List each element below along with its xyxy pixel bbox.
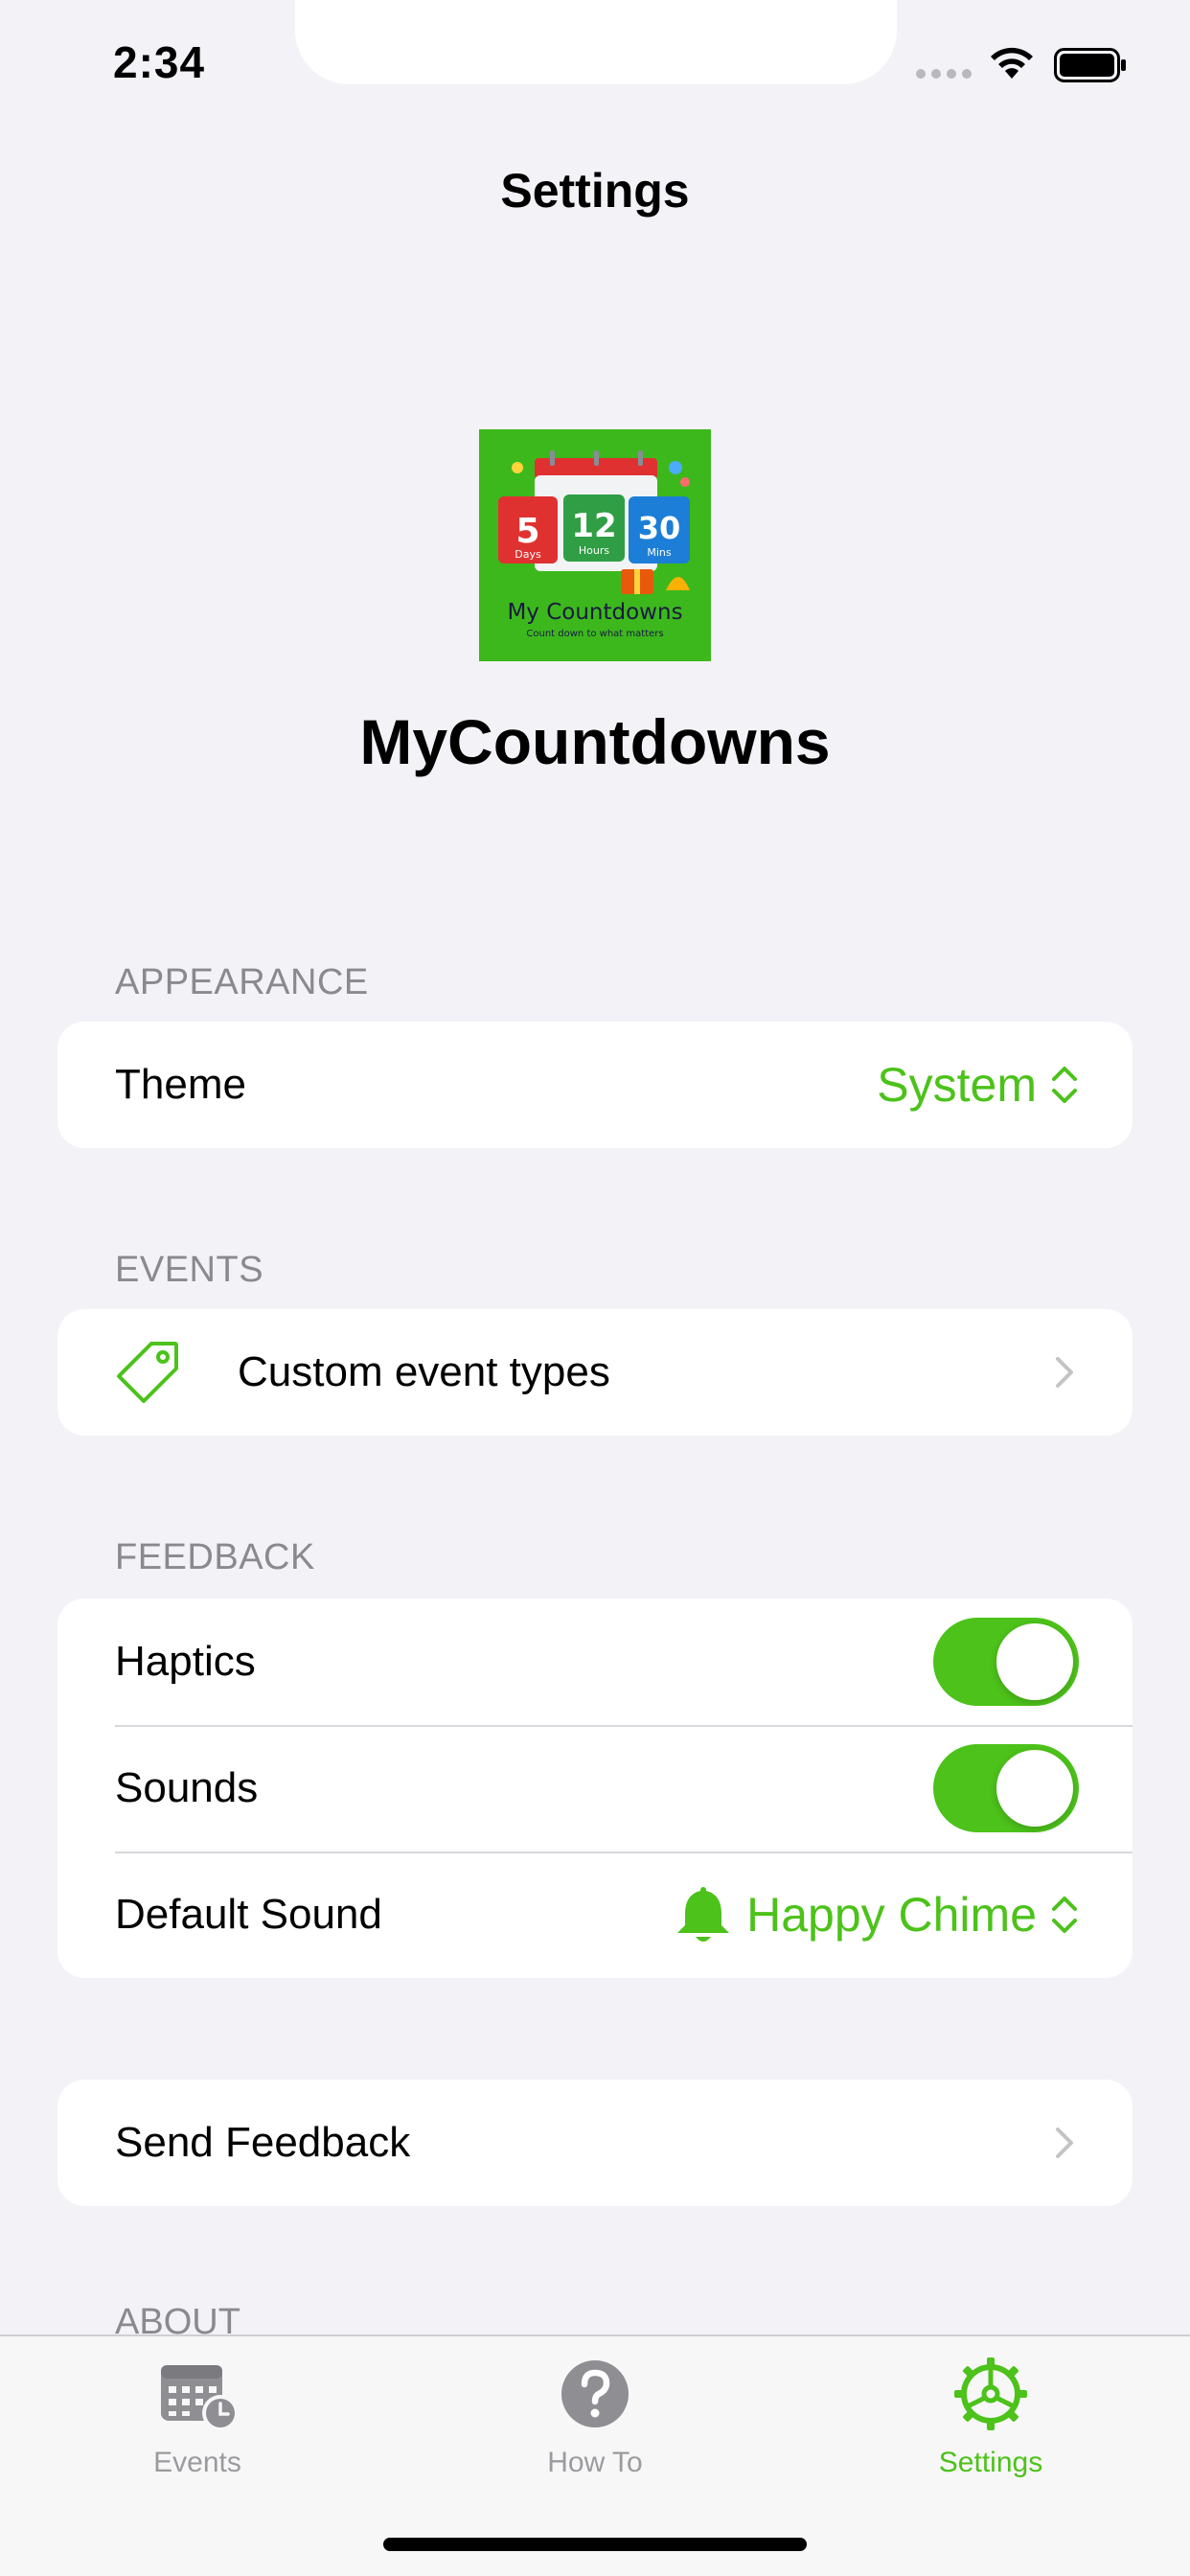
custom-event-types-label: Custom event types	[238, 1348, 610, 1395]
feedback-card: Haptics Sounds Default Sound Happy Chime	[57, 1598, 1133, 1978]
calendar-clock-icon	[161, 2365, 239, 2431]
sounds-toggle[interactable]	[933, 1744, 1079, 1832]
section-header-feedback: FEEDBACK	[115, 1537, 315, 1577]
sounds-row: Sounds	[57, 1725, 1133, 1852]
appearance-card: Theme System	[57, 1022, 1133, 1148]
section-header-appearance: APPEARANCE	[115, 962, 369, 1002]
app-icon: 5 Days 12 Hours 30 Mins My Countdowns Co…	[479, 429, 711, 661]
app-icon-artwork: 5 Days 12 Hours 30 Mins My Countdowns Co…	[479, 429, 711, 661]
page-title: Settings	[500, 164, 690, 218]
theme-row[interactable]: Theme System	[57, 1022, 1133, 1148]
question-icon	[561, 2360, 629, 2427]
tab-how-to-label: How To	[547, 2447, 643, 2478]
tab-how-to[interactable]: How To	[461, 2356, 729, 2479]
custom-event-types-row[interactable]: Custom event types	[57, 1309, 1133, 1436]
wifi-icon	[991, 47, 1033, 79]
haptics-toggle[interactable]	[933, 1618, 1079, 1706]
theme-label: Theme	[115, 1061, 246, 1108]
status-time: 2:34	[113, 37, 206, 87]
gear-icon	[954, 2358, 1027, 2430]
chevron-right-icon	[1056, 2128, 1073, 2158]
bell-icon	[677, 1887, 730, 1942]
icon-days-label: Days	[515, 548, 541, 561]
send-feedback-label: Send Feedback	[115, 2119, 411, 2166]
icon-hours-label: Hours	[579, 544, 609, 557]
tab-events-label: Events	[153, 2447, 241, 2478]
chevron-up-down-icon	[1052, 1067, 1077, 1103]
send-feedback-row[interactable]: Send Feedback	[57, 2080, 1133, 2206]
notch	[295, 0, 897, 84]
signal-icon	[916, 69, 972, 79]
default-sound-label: Default Sound	[115, 1891, 382, 1938]
default-sound-picker[interactable]: Happy Chime	[674, 1883, 1079, 1946]
icon-title: My Countdowns	[507, 600, 682, 625]
default-sound-row[interactable]: Default Sound Happy Chime	[57, 1852, 1133, 1978]
icon-tagline: Count down to what matters	[526, 629, 663, 639]
status-bar: 2:34	[0, 0, 1190, 125]
tab-settings-label: Settings	[938, 2447, 1043, 2478]
send-feedback-card: Send Feedback	[57, 2080, 1133, 2206]
chevron-right-icon	[1056, 1357, 1073, 1388]
home-indicator[interactable]	[383, 2538, 807, 2551]
haptics-row: Haptics	[57, 1598, 1133, 1725]
theme-value: System	[877, 1058, 1037, 1112]
theme-picker[interactable]: System	[877, 1057, 1079, 1113]
haptics-label: Haptics	[115, 1638, 256, 1685]
sounds-label: Sounds	[115, 1764, 259, 1811]
chevron-up-down-icon	[1052, 1897, 1077, 1933]
tab-bar: Events How To Settings	[0, 2334, 1190, 2576]
section-header-events: EVENTS	[115, 1250, 264, 1290]
events-card: Custom event types	[57, 1309, 1133, 1436]
tab-events[interactable]: Events	[63, 2356, 332, 2479]
tag-icon	[117, 1342, 178, 1403]
app-name: MyCountdowns	[359, 706, 831, 777]
default-sound-value: Happy Chime	[746, 1888, 1037, 1942]
icon-hours-num: 12	[571, 507, 616, 545]
tab-settings[interactable]: Settings	[857, 2356, 1125, 2479]
battery-icon	[1054, 48, 1126, 82]
icon-mins-num: 30	[638, 510, 681, 546]
icon-days-num: 5	[515, 512, 539, 551]
icon-mins-label: Mins	[647, 546, 672, 559]
